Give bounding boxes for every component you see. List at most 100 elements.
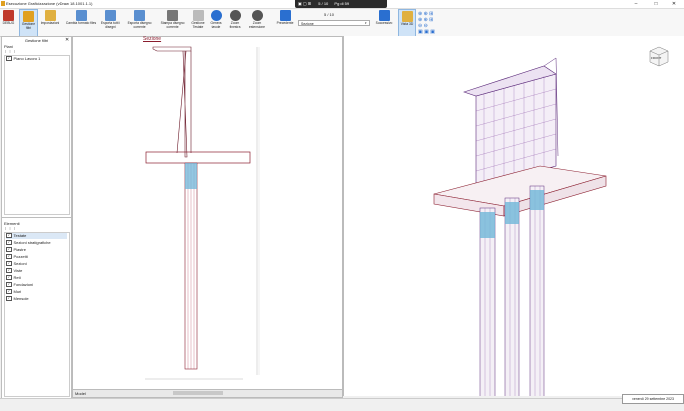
list-item[interactable]: ✓ Viste (6, 267, 67, 274)
ribbon-button-label: Vista 3D (400, 22, 414, 26)
zoom-tools-grid[interactable]: ⊕ ⊕ ⊞ ⊕ ⊕ ⊞ ⊖ ⊖ ▣ ▣ ▣ (418, 11, 450, 35)
header-icon (192, 10, 204, 21)
ribbon-button-11[interactable]: Precedente (273, 9, 297, 35)
checkbox[interactable]: ✓ (6, 281, 12, 288)
ribbon-button-label: Successivo (375, 21, 393, 25)
list-item-label: Piastre (13, 247, 26, 252)
section-title: Sezione (143, 36, 162, 42)
ribbon-button-label: Genera tavole (210, 21, 222, 29)
elements-tools[interactable]: ⁝ ⁝ ⁝ (5, 226, 16, 231)
status-bar (0, 398, 684, 411)
filters-panel-title: Gestione filtri (24, 38, 49, 43)
list-item[interactable]: ✓ Mensole (6, 295, 67, 302)
ribbon-button-7[interactable]: Gestione Testate (190, 9, 206, 35)
ribbon-button-label: Precedente (276, 21, 294, 25)
list-item-label: Fondazioni (13, 282, 34, 287)
list-item-label: Sezioni stratigrafiche (13, 240, 51, 245)
settings-icon (44, 10, 56, 21)
overlay-icons: ▣ ▢ ⊞ (298, 1, 312, 6)
ribbon-button-0[interactable]: DEBUG (0, 9, 17, 35)
checkbox[interactable]: ✓ (6, 260, 12, 267)
list-item-label: Reti (13, 275, 21, 280)
minimize-button[interactable]: – (627, 0, 645, 8)
maximize-button[interactable]: □ (647, 0, 665, 8)
checkbox[interactable]: ✓ (6, 232, 12, 239)
list-item[interactable]: ✓ Piano Lavoro 1 (6, 55, 67, 62)
ribbon-button-8[interactable]: Genera tavole (207, 9, 225, 35)
pile-head-highlight (185, 163, 197, 189)
horizontal-scrollbar[interactable]: Model (72, 389, 343, 398)
ribbon-button-label: Zoom estensione (249, 21, 265, 29)
chevron-down-icon: ▾ (365, 21, 367, 25)
play-icon (210, 10, 222, 21)
list-item[interactable]: ✓ Reti (6, 274, 67, 281)
list-item[interactable]: ✓ Piastre (6, 246, 67, 253)
ribbon-button-label: Stampa disegno corrente (160, 21, 185, 29)
close-button[interactable]: ✕ (665, 0, 683, 8)
elements-list: ✓ Testate ✓ Sezioni stratigrafiche ✓ Piastre ✓… (4, 232, 70, 397)
checkbox[interactable]: ✓ (6, 239, 12, 246)
overlay-page: 5 / 10 (318, 1, 329, 6)
overlay-zoom: Pg di 59 (334, 1, 350, 6)
ribbon-button-5[interactable]: Esporta disegno corrente (124, 9, 155, 35)
model-3d-drawing (433, 57, 607, 399)
planes-list: ✓ Piano Lavoro 1 (4, 55, 70, 215)
zoom-window-icon (229, 10, 241, 21)
list-item-label: Muri (13, 289, 22, 294)
checkbox[interactable]: ✓ (6, 288, 12, 295)
planes-tools[interactable]: ⁝ ⁝ ⁝ (5, 49, 16, 54)
ribbon-button-13[interactable]: Vista 3D (398, 9, 416, 37)
list-item[interactable]: ✓ Fondazioni (6, 281, 67, 288)
ribbon-button-label: Gestione Testate (191, 21, 205, 29)
checkbox[interactable]: ✓ (6, 253, 12, 260)
ribbon-button-label: Zoom finestra (229, 21, 241, 29)
app-icon (1, 1, 5, 6)
list-item[interactable]: ✓ Muri (6, 288, 67, 295)
pile-3-highlight (530, 190, 544, 210)
list-item[interactable]: ✓ Pozzetti (6, 253, 67, 260)
ribbon-button-4[interactable]: Esporta tutti i disegni (98, 9, 123, 35)
pile-1-highlight (480, 212, 495, 238)
list-item-label: Testate (13, 233, 27, 238)
checkbox[interactable]: ✓ (6, 246, 12, 253)
list-item[interactable]: ✓ Testate (6, 232, 67, 239)
list-item[interactable]: ✓ Sezioni (6, 260, 67, 267)
viewer-overlay-bar: ▣ ▢ ⊞ 5 / 10 Pg di 59 (295, 0, 387, 8)
checkbox[interactable]: ✓ (6, 274, 12, 281)
navigation-cube[interactable]: FRONT (646, 44, 670, 68)
ribbon-button-2[interactable]: Impostazioni (37, 9, 63, 35)
ribbon-button-label: Esporta tutti i disegni (100, 21, 121, 29)
checkbox[interactable]: ✓ (6, 295, 12, 302)
checkbox[interactable]: ✓ (6, 267, 12, 274)
section-select[interactable]: Sezione (298, 20, 370, 26)
ribbon-button-12[interactable]: Successivo (372, 9, 396, 35)
list-item-label: Sezioni (13, 261, 27, 266)
arrow-right-icon (378, 10, 390, 21)
date-tooltip: venerdì 29 settembre 2023 (622, 394, 684, 404)
checkbox[interactable]: ✓ (6, 55, 12, 62)
model-tab[interactable]: Model (75, 390, 86, 397)
ribbon-button-3[interactable]: Cambia formato files (65, 9, 97, 35)
ribbon-button-10[interactable]: Zoom estensione (246, 9, 268, 35)
cube-face-label: FRONT (651, 56, 662, 60)
list-item-label: Viste (13, 268, 23, 273)
elements-panel: Elementi ⁝ ⁝ ⁝ ✓ Testate ✓ Sezioni stratigr… (1, 217, 72, 399)
drawing-3d-view[interactable]: FRONT (343, 36, 684, 399)
list-item-label: Pozzetti (13, 254, 28, 259)
print-icon (167, 10, 178, 21)
page-counter: 5 / 10 (324, 12, 335, 17)
filters-panel: Gestione filtri ✕ Piani ⁝ ⁝ ⁝ ✓ Piano Lav… (1, 36, 72, 218)
close-panel-icon[interactable]: ✕ (65, 37, 69, 43)
cube-3d-icon (401, 11, 413, 22)
list-item[interactable]: ✓ Sezioni stratigrafiche (6, 239, 67, 246)
ribbon-button-1[interactable]: Gestione filtri (19, 9, 38, 37)
ribbon-button-label: DEBUG (2, 21, 15, 25)
ribbon-button-label: Cambia formato files (65, 21, 97, 25)
drawing-2d-view[interactable]: Sezione (72, 36, 343, 391)
window-title: Esecuzione Graficizzazione (vDraw 18.100… (6, 1, 93, 6)
ribbon-button-label: Impostazioni (40, 21, 60, 25)
ribbon-button-9[interactable]: Zoom finestra (226, 9, 244, 35)
scrollbar-thumb[interactable] (173, 391, 223, 395)
ribbon-button-6[interactable]: Stampa disegno corrente (156, 9, 189, 35)
ribbon-button-label: Esporta disegno corrente (127, 21, 152, 29)
